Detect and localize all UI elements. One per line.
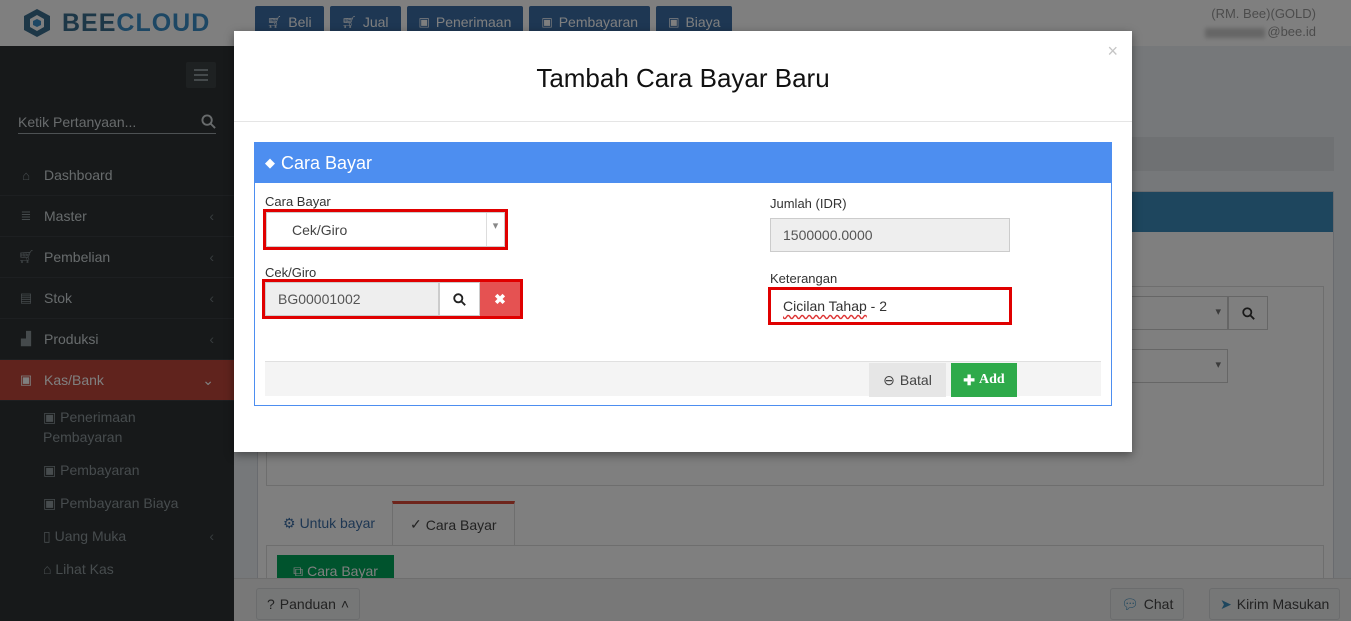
cekgiro-clear-button[interactable]: ✖ (480, 282, 520, 316)
close-icon[interactable]: × (1107, 41, 1118, 62)
cekgiro-input[interactable]: BG00001002 (265, 282, 439, 316)
batal-button[interactable]: ⊖ Batal (869, 363, 946, 397)
modal-title: Tambah Cara Bayar Baru (536, 63, 830, 93)
jumlah-input: 1500000.0000 (770, 218, 1010, 252)
cara-bayar-select[interactable]: Cek/Giro ▾ (266, 212, 505, 247)
cara-bayar-box: ◆ Cara Bayar Cara Bayar Cek/Giro ▾ Cek/G… (254, 142, 1112, 406)
keterangan-input[interactable]: Cicilan Tahap - 2 (771, 290, 1009, 322)
plus-icon: ✚ (963, 371, 976, 388)
cekgiro-label: Cek/Giro (265, 265, 317, 280)
search-icon (453, 292, 466, 306)
modal-actions-bar: ⊖ Batal ✚ Add (265, 361, 1101, 397)
keterangan-label: Keterangan (770, 271, 838, 286)
cara-bayar-label: Cara Bayar (265, 194, 331, 209)
dropdown-arrow-icon: ▾ (486, 213, 504, 246)
modal-divider (234, 121, 1132, 122)
tambah-cara-bayar-modal: × Tambah Cara Bayar Baru ◆ Cara Bayar Ca… (234, 31, 1132, 452)
tag-icon: ◆ (265, 155, 275, 170)
add-button[interactable]: ✚ Add (951, 363, 1017, 397)
cekgiro-search-button[interactable] (439, 282, 480, 316)
circle-arrow-left-icon: ⊖ (883, 371, 895, 388)
box-header: ◆ Cara Bayar (255, 143, 1111, 183)
jumlah-label: Jumlah (IDR) (770, 196, 847, 211)
close-icon: ✖ (494, 290, 506, 307)
